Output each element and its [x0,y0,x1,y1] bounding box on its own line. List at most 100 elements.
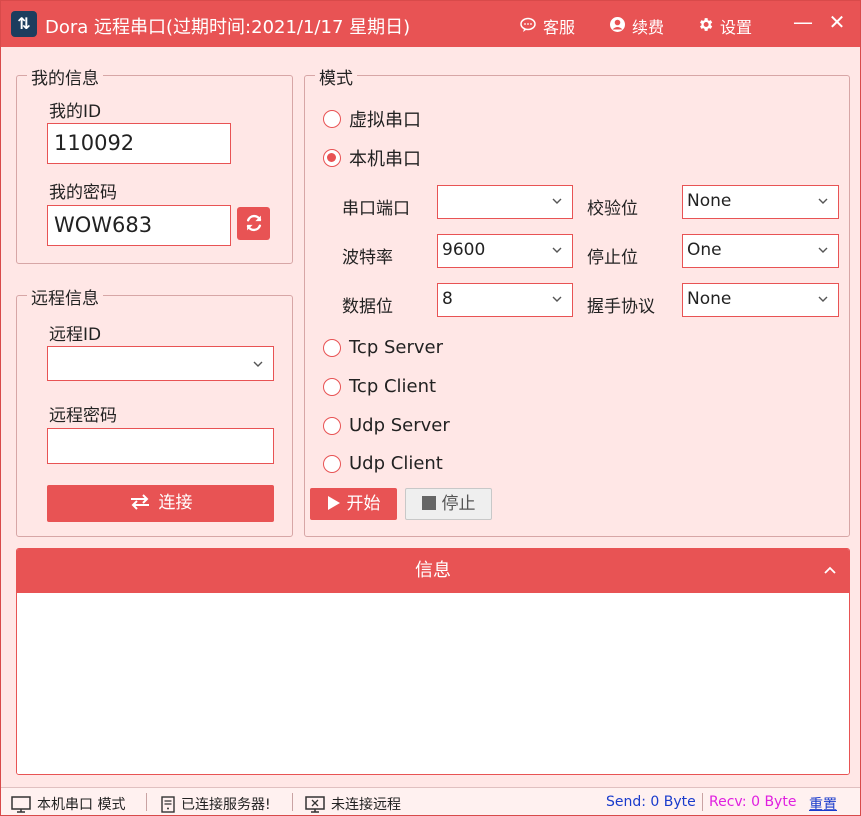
stopbits-dropdown[interactable]: One [682,234,839,268]
my-id-label: 我的ID [49,102,102,122]
radio-label: Udp Client [349,453,443,474]
monitor-icon [11,795,31,813]
status-server-text: 已连接服务器! [181,797,271,813]
play-icon [327,496,340,510]
chevron-down-icon [818,198,828,204]
my-info-legend: 我的信息 [27,64,103,89]
radio-label: Tcp Client [349,376,437,397]
renew-label: 续费 [632,18,665,37]
chevron-down-icon [253,361,263,367]
swap-arrows-icon [130,494,149,510]
baud-value: 9600 [442,240,486,260]
baud-dropdown[interactable]: 9600 [437,234,573,268]
radio-virtual-serial[interactable]: 虚拟串口 [323,106,421,132]
gear-icon [696,16,714,37]
radio-udp-server[interactable]: Udp Server [323,415,450,436]
my-password-label: 我的密码 [49,183,117,203]
port-label: 串口端口 [342,199,410,219]
send-counter: Send: 0 Byte [606,794,696,810]
stopbits-label: 停止位 [587,248,638,268]
refresh-icon [246,214,261,232]
baud-label: 波特率 [342,248,393,268]
status-mode: 本机串口 模式 [11,794,125,814]
radio-label: 本机串口 [349,149,421,170]
radio-tcp-server[interactable]: Tcp Server [323,337,443,358]
chevron-down-icon [552,247,562,253]
main-window: ⇅ Dora 远程串口(过期时间:2021/1/17 星期日) 客服 续费 设置… [0,0,861,816]
status-remote: 未连接远程 [305,794,401,814]
start-button[interactable]: 开始 [310,488,397,520]
app-logo-icon: ⇅ [11,11,37,37]
mode-legend: 模式 [315,64,357,89]
close-button[interactable]: ✕ [825,10,849,34]
connect-label: 连接 [158,493,193,513]
stop-button[interactable]: 停止 [405,488,492,520]
radio-indicator [323,377,341,396]
connect-button[interactable]: 连接 [47,485,274,522]
radio-local-serial[interactable]: 本机串口 [323,145,421,171]
parity-dropdown[interactable]: None [682,185,839,219]
radio-indicator [323,110,341,128]
info-panel: 信息 [16,548,850,775]
chevron-up-icon[interactable] [823,563,837,577]
status-mode-text: 本机串口 模式 [37,797,126,813]
stopbits-value: One [687,240,722,260]
status-separator [292,793,293,811]
handshake-value: None [687,289,732,309]
status-bar: 本机串口 模式 已连接服务器! 未连接远程 Send: 0 Byte Recv:… [1,787,860,815]
databits-value: 8 [442,289,453,309]
status-server: 已连接服务器! [161,794,271,814]
service-button[interactable]: 客服 [519,14,575,38]
databits-dropdown[interactable]: 8 [437,283,573,317]
renew-button[interactable]: 续费 [608,14,664,38]
minimize-button[interactable]: — [791,10,815,34]
my-password-field[interactable]: WOW683 [47,205,231,246]
info-panel-title: 信息 [415,560,451,581]
reset-link[interactable]: 重置 [809,794,837,814]
settings-label: 设置 [720,18,753,37]
status-remote-text: 未连接远程 [331,797,401,813]
radio-label: 虚拟串口 [349,110,421,131]
status-separator [702,793,703,811]
radio-udp-client[interactable]: Udp Client [323,453,443,474]
info-panel-header[interactable]: 信息 [17,549,849,593]
radio-indicator [323,338,341,357]
radio-indicator [323,149,341,167]
chevron-down-icon [818,247,828,253]
radio-label: Tcp Server [349,337,444,358]
window-title: Dora 远程串口(过期时间:2021/1/17 星期日) [45,17,411,38]
server-icon [161,795,175,813]
chevron-down-icon [552,198,562,204]
remote-disconnected-icon [305,795,325,813]
chat-bubble-icon [519,17,537,37]
remote-password-field[interactable] [47,428,274,464]
databits-label: 数据位 [342,297,393,317]
handshake-dropdown[interactable]: None [682,283,839,317]
parity-label: 校验位 [587,199,638,219]
settings-button[interactable]: 设置 [696,14,752,38]
port-dropdown[interactable] [437,185,573,219]
info-log-area[interactable] [17,593,849,774]
chevron-down-icon [552,296,562,302]
radio-label: Udp Server [349,415,450,436]
radio-indicator [323,454,341,473]
recv-counter: Recv: 0 Byte [709,794,797,810]
status-separator [146,793,147,811]
user-circle-icon [608,16,626,37]
service-label: 客服 [543,18,576,37]
title-bar[interactable]: ⇅ Dora 远程串口(过期时间:2021/1/17 星期日) 客服 续费 设置… [1,1,860,47]
remote-password-label: 远程密码 [49,406,117,426]
chevron-down-icon [818,296,828,302]
refresh-password-button[interactable] [237,207,270,240]
remote-id-label: 远程ID [49,325,102,345]
radio-indicator [323,416,341,435]
stop-label: 停止 [441,494,476,514]
handshake-label: 握手协议 [587,297,655,317]
remote-info-legend: 远程信息 [27,284,103,309]
stop-square-icon [421,496,436,510]
parity-value: None [687,191,732,211]
start-label: 开始 [346,494,381,514]
my-id-field[interactable]: 110092 [47,123,231,164]
remote-id-dropdown[interactable] [47,346,274,381]
radio-tcp-client[interactable]: Tcp Client [323,376,436,397]
